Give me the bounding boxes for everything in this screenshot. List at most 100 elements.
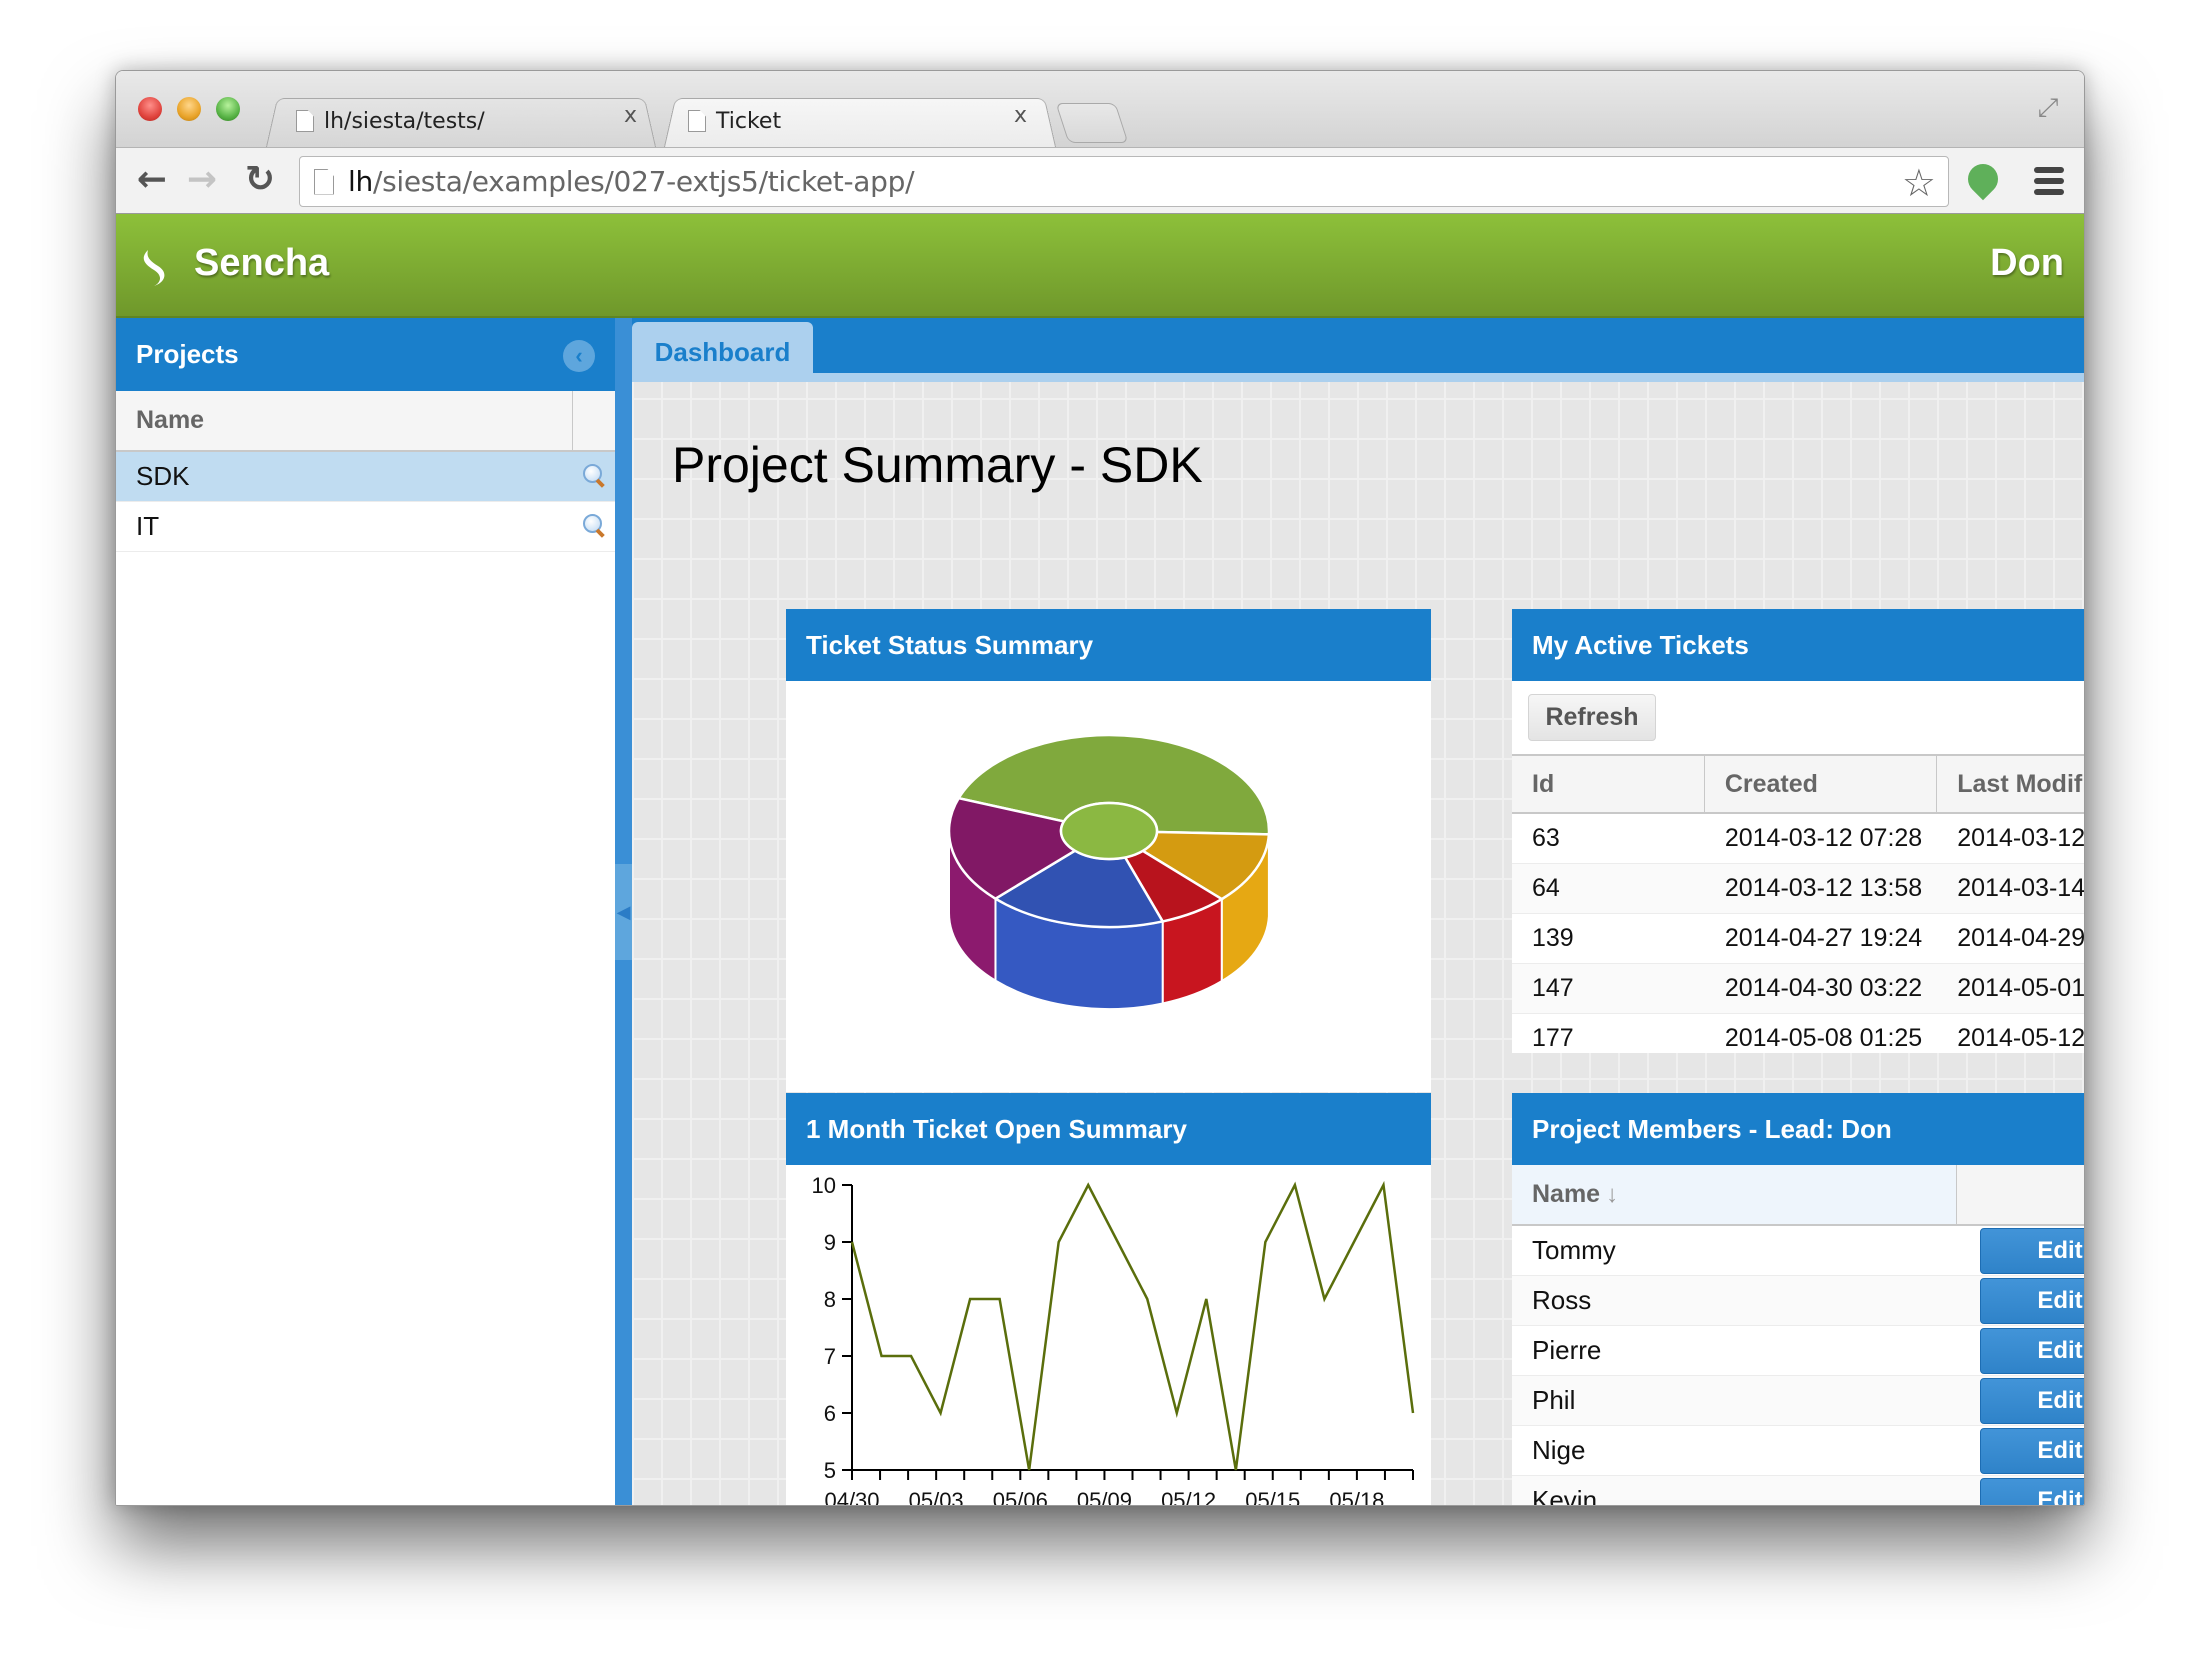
tickets-toolbar: Refresh <box>1512 681 2084 754</box>
data-point[interactable] <box>1321 1296 1327 1302</box>
refresh-button[interactable]: Refresh <box>1528 694 1656 741</box>
hamburger-menu-icon[interactable] <box>2034 167 2064 195</box>
data-point[interactable] <box>1233 1467 1239 1473</box>
sencha-logo-icon <box>143 250 165 286</box>
members-grid-body: Tommy Edit Ross Edit Pierre Edit Phil Ed… <box>1512 1226 2084 1505</box>
open-summary-line-chart: 5 6 7 8 9 10 04/30 05/03 05/06 05/09 05/12 05/15 05/… <box>812 1173 1416 1506</box>
projects-sidebar: Projects ‹ Name SDK IT <box>116 318 615 1505</box>
edit-button[interactable]: Edit <box>1980 1228 2084 1274</box>
active-tickets-panel: My Active Tickets Refresh Id Created Las… <box>1512 609 2084 1053</box>
forward-arrow-icon[interactable]: → <box>182 160 222 200</box>
ticket-row[interactable]: 147 2014-04-30 03:22 2014-05-01 07:5 <box>1512 964 2084 1014</box>
data-point[interactable] <box>1085 1182 1091 1188</box>
y-tick-label: 5 <box>824 1458 836 1483</box>
ticket-status-pie-chart <box>947 733 1271 1010</box>
data-point[interactable] <box>1056 1239 1062 1245</box>
column-header-name[interactable]: Name ↓ <box>1512 1165 1957 1224</box>
member-row[interactable]: Tommy Edit <box>1512 1226 2084 1276</box>
panel-title: 1 Month Ticket Open Summary <box>786 1093 1431 1165</box>
data-point[interactable] <box>1174 1410 1180 1416</box>
sidebar-title: Projects <box>136 339 239 369</box>
new-tab-button[interactable] <box>1055 103 1129 143</box>
reload-icon[interactable]: ↻ <box>240 160 280 200</box>
panel-title: My Active Tickets <box>1512 609 2084 681</box>
user-name[interactable]: Don <box>1990 242 2064 285</box>
data-point[interactable] <box>938 1410 944 1416</box>
column-header-last-modified[interactable]: Last Modified <box>1937 756 2084 812</box>
close-tab-icon[interactable]: x <box>1014 103 1027 128</box>
y-tick-label: 6 <box>824 1401 836 1426</box>
project-row-it[interactable]: IT <box>116 502 615 552</box>
close-tab-icon[interactable]: x <box>624 103 637 128</box>
edit-button[interactable]: Edit <box>1980 1478 2084 1505</box>
data-point[interactable] <box>1026 1467 1032 1473</box>
back-arrow-icon[interactable]: ← <box>132 160 172 200</box>
search-icon[interactable] <box>583 464 605 486</box>
sort-descending-icon: ↓ <box>1606 1180 1619 1208</box>
data-point[interactable] <box>1203 1296 1209 1302</box>
main-area: Dashboard Project Summary - SDK Ticket S… <box>632 318 2084 1506</box>
x-tick-label: 05/15 <box>1245 1488 1300 1506</box>
column-header-created[interactable]: Created <box>1705 756 1938 812</box>
edit-button[interactable]: Edit <box>1980 1378 2084 1424</box>
ticket-row[interactable]: 64 2014-03-12 13:58 2014-03-14 09:1 <box>1512 864 2084 914</box>
edit-button[interactable]: Edit <box>1980 1278 2084 1324</box>
member-row[interactable]: Phil Edit <box>1512 1376 2084 1426</box>
y-tick-label: 7 <box>824 1344 836 1369</box>
zoom-window-button[interactable] <box>216 97 240 121</box>
member-row[interactable]: Nige Edit <box>1512 1426 2084 1476</box>
search-icon[interactable] <box>583 514 605 536</box>
fullscreen-icon[interactable]: ⤢ <box>2032 91 2064 123</box>
data-point[interactable] <box>1292 1182 1298 1188</box>
x-tick-label: 05/18 <box>1329 1488 1384 1506</box>
project-members-panel: Project Members - Lead: Don Name ↓ Tommy… <box>1512 1093 2084 1505</box>
sidebar-header: Projects ‹ <box>116 318 615 391</box>
browser-tab-ticket-label[interactable]: Ticket <box>688 95 781 147</box>
panel-title: Project Members - Lead: Don <box>1512 1093 2084 1165</box>
data-point[interactable] <box>1410 1410 1416 1416</box>
data-point[interactable] <box>1144 1296 1150 1302</box>
tickets-grid-header: Id Created Last Modified <box>1512 754 2084 814</box>
close-window-button[interactable] <box>138 97 162 121</box>
splitter-collapse-icon[interactable]: ◀ <box>615 864 632 960</box>
sidebar-splitter[interactable]: ◀ <box>615 318 632 1505</box>
collapse-chevron-icon[interactable]: ‹ <box>563 340 595 372</box>
page-icon <box>296 110 314 132</box>
app-header: Sencha Don <box>116 214 2084 318</box>
member-row[interactable]: Pierre Edit <box>1512 1326 2084 1376</box>
data-point[interactable] <box>1115 1239 1121 1245</box>
projects-grid-header: Name <box>116 391 615 452</box>
data-point[interactable] <box>1380 1182 1386 1188</box>
tab-dashboard[interactable]: Dashboard <box>632 322 813 382</box>
x-tick-label: 05/06 <box>993 1488 1048 1506</box>
column-header-action <box>573 391 593 450</box>
data-point[interactable] <box>849 1239 855 1245</box>
member-row[interactable]: Kevin Edit <box>1512 1476 2084 1505</box>
address-bar[interactable]: lh/siesta/examples/027-extjs5/ticket-app… <box>299 156 1949 207</box>
bookmark-star-icon[interactable]: ☆ <box>1902 161 1936 206</box>
column-header-id[interactable]: Id <box>1512 756 1705 812</box>
data-point[interactable] <box>1351 1239 1357 1245</box>
data-point[interactable] <box>879 1353 885 1359</box>
tickets-grid-body: 63 2014-03-12 07:28 2014-03-12 10:3 64 2… <box>1512 814 2084 1053</box>
ticket-row[interactable]: 63 2014-03-12 07:28 2014-03-12 10:3 <box>1512 814 2084 864</box>
x-tick-label: 04/30 <box>824 1488 879 1506</box>
ticket-row[interactable]: 139 2014-04-27 19:24 2014-04-29 15:1 <box>1512 914 2084 964</box>
browser-tab-tests-label[interactable]: lh/siesta/tests/ <box>296 95 485 147</box>
edit-button[interactable]: Edit <box>1980 1428 2084 1474</box>
x-tick-label: 05/03 <box>909 1488 964 1506</box>
data-point[interactable] <box>1262 1239 1268 1245</box>
brand-name: Sencha <box>194 242 330 284</box>
ticket-row[interactable]: 177 2014-05-08 01:25 2014-05-12 21:2 <box>1512 1014 2084 1053</box>
data-point[interactable] <box>997 1296 1003 1302</box>
minimize-window-button[interactable] <box>177 97 201 121</box>
member-row[interactable]: Ross Edit <box>1512 1276 2084 1326</box>
column-header-name[interactable]: Name <box>116 391 573 450</box>
data-point[interactable] <box>908 1353 914 1359</box>
data-point[interactable] <box>967 1296 973 1302</box>
x-tick-label: 05/09 <box>1077 1488 1132 1506</box>
edit-button[interactable]: Edit <box>1980 1328 2084 1374</box>
url-text: lh/siesta/examples/027-extjs5/ticket-app… <box>348 165 915 198</box>
extension-icon[interactable] <box>1961 157 2005 201</box>
project-row-sdk[interactable]: SDK <box>116 452 615 502</box>
